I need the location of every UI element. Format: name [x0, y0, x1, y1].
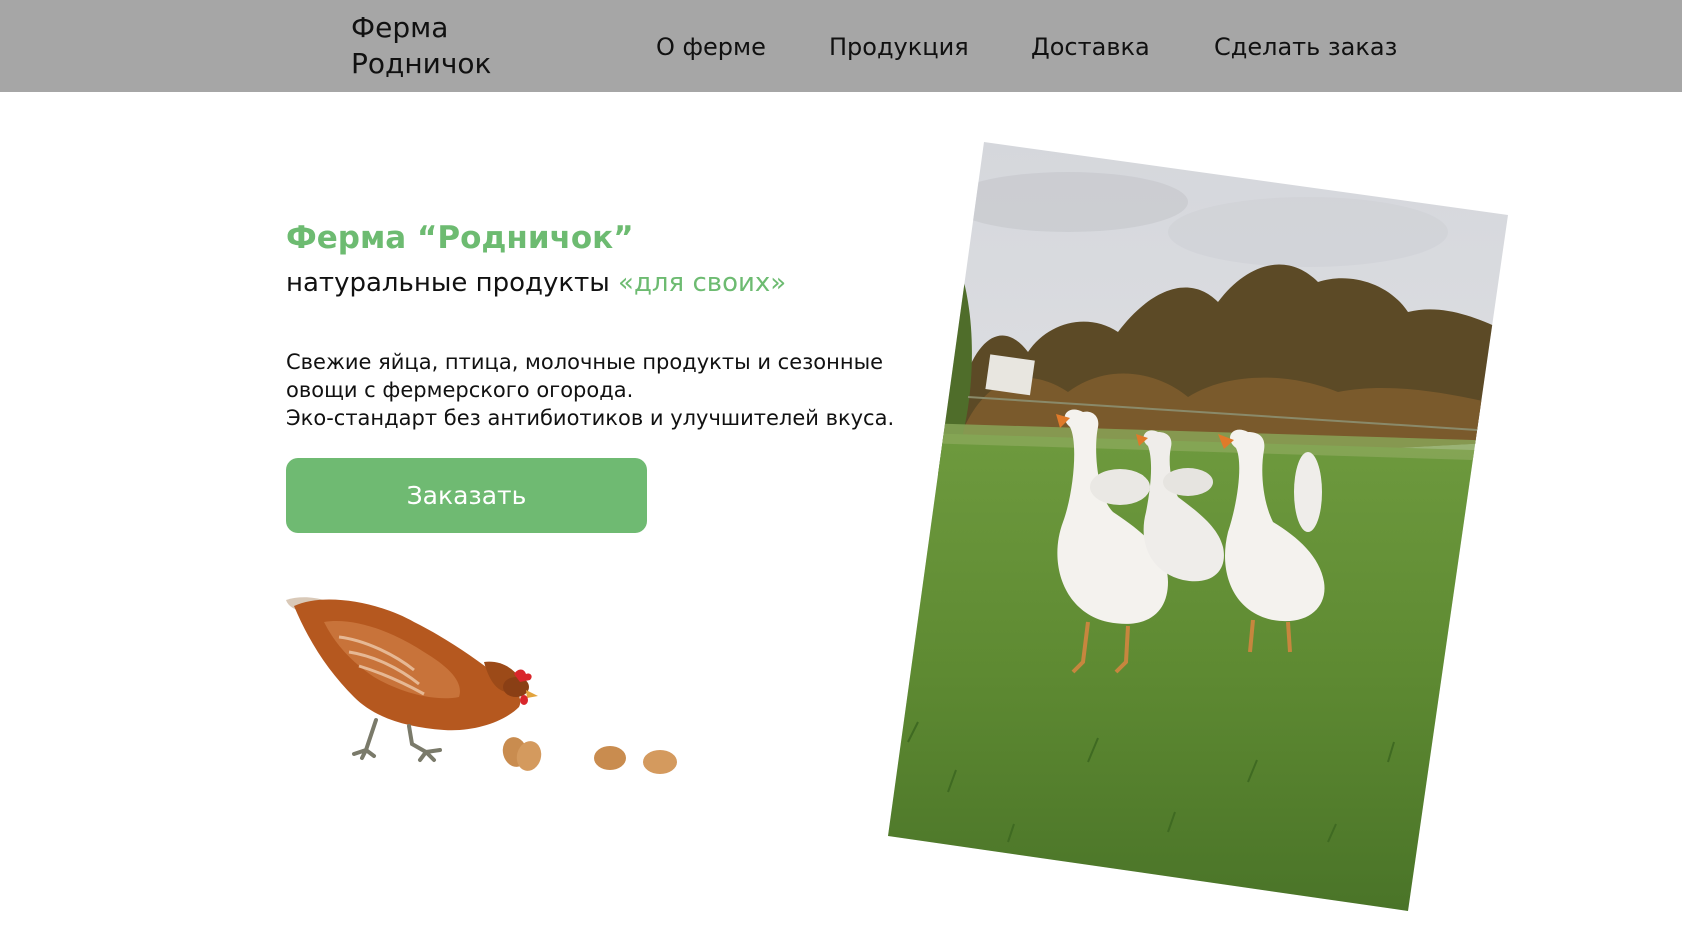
nav-link-about[interactable]: О ферме: [656, 32, 766, 62]
photo-house: [985, 354, 1035, 396]
egg-4: [643, 750, 677, 774]
site-logo[interactable]: Ферма Родничок: [351, 10, 521, 82]
hero-subtitle: натуральные продукты «для своих»: [286, 266, 786, 300]
photo-cloud: [1168, 197, 1448, 267]
geese-photo: [888, 142, 1508, 911]
hero-description-line-1: Свежие яйца, птица, молочные продукты и …: [286, 350, 884, 402]
nav-link-order[interactable]: Сделать заказ: [1214, 32, 1397, 62]
hen-leg-right: [407, 724, 442, 762]
hen-leg-left: [352, 718, 378, 760]
hero-description-line-2: Эко-стандарт без антибиотиков и улучшите…: [286, 406, 895, 430]
hero-title: Ферма “Родничок”: [286, 220, 634, 256]
hen-wattle: [520, 695, 528, 705]
logo-line-2: Родничок: [351, 47, 492, 80]
hero-subtitle-accent: «для своих»: [618, 268, 787, 298]
hero-description: Свежие яйца, птица, молочные продукты и …: [286, 348, 906, 432]
hero-subtitle-main: натуральные продукты: [286, 268, 619, 298]
egg-3: [594, 746, 626, 770]
order-button[interactable]: Заказать: [286, 458, 647, 533]
hen-with-eggs-illustration: [286, 597, 677, 774]
photo-cloud: [948, 172, 1188, 232]
nav-link-products[interactable]: Продукция: [829, 32, 969, 62]
logo-line-1: Ферма: [351, 11, 449, 44]
nav-link-delivery[interactable]: Доставка: [1031, 32, 1150, 62]
photo-grass: [888, 432, 1508, 911]
site-header: Ферма Родничок О ферме Продукция Доставк…: [0, 0, 1682, 92]
hen-beak: [526, 690, 538, 698]
